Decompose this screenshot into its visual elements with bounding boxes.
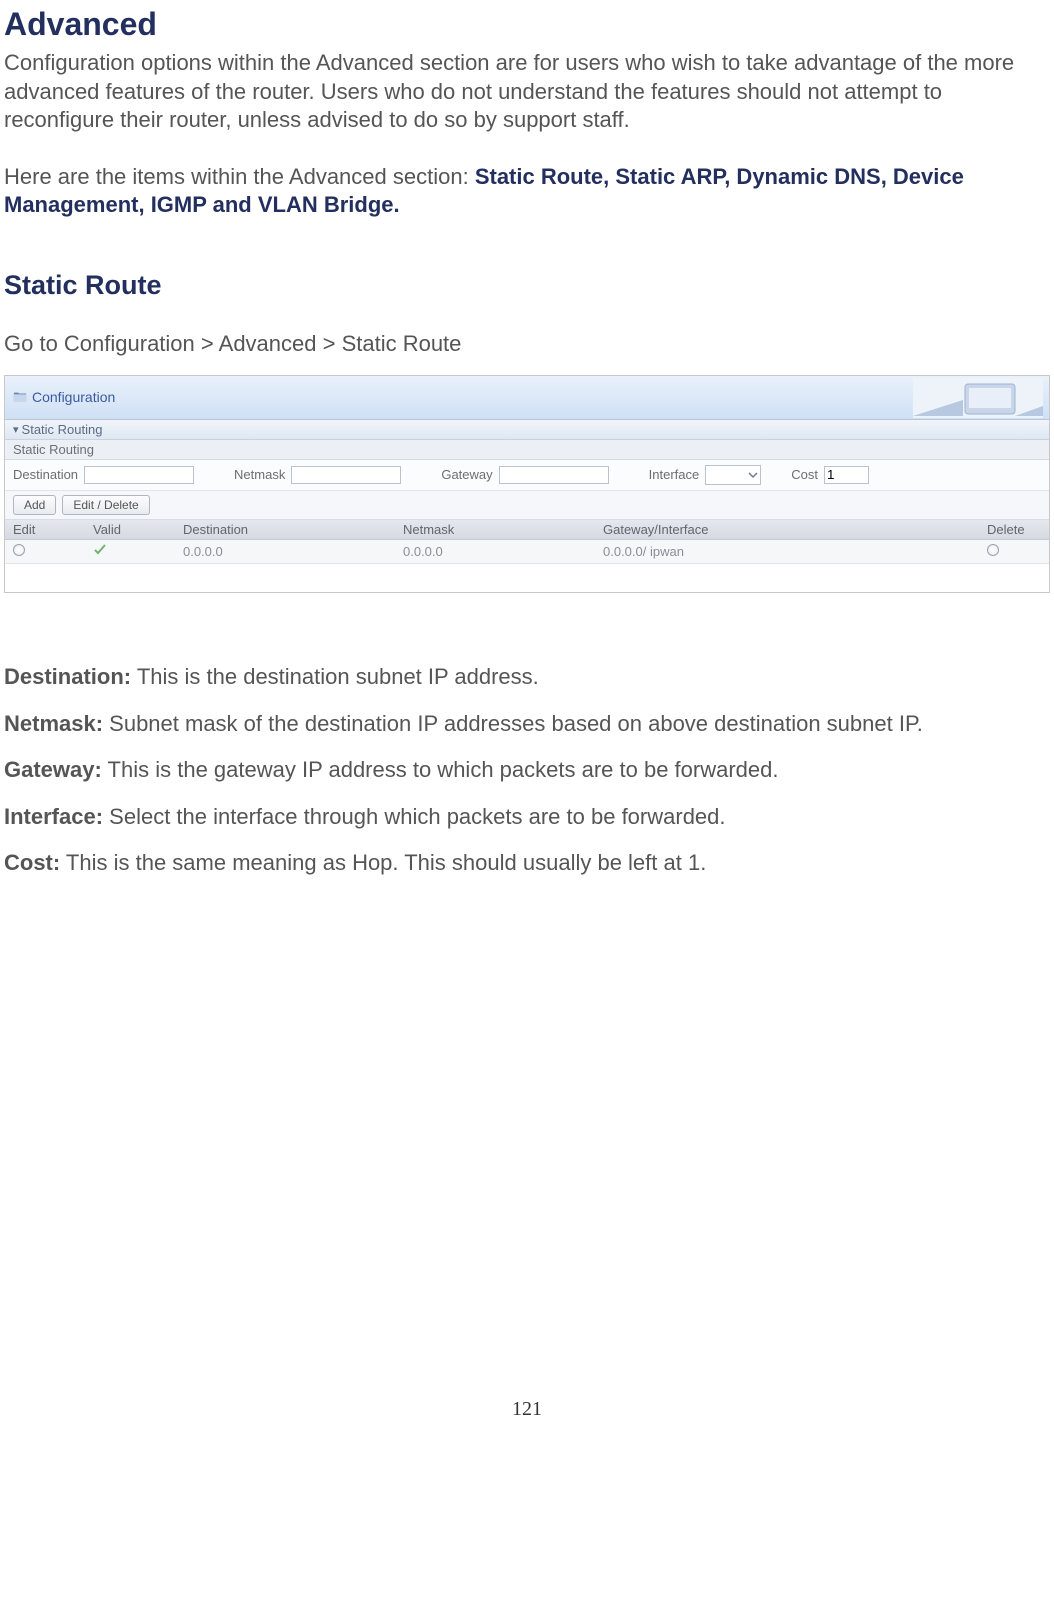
col-gwif: Gateway/Interface xyxy=(595,520,979,540)
section-title: Static Route xyxy=(4,270,1050,301)
page-number: 121 xyxy=(4,1398,1050,1441)
def-destination: Destination: This is the destination sub… xyxy=(4,663,1050,692)
cell-netmask: 0.0.0.0 xyxy=(395,539,595,563)
cell-destination: 0.0.0.0 xyxy=(175,539,395,563)
interface-select[interactable] xyxy=(705,465,761,485)
folder-icon xyxy=(13,390,27,404)
add-button[interactable]: Add xyxy=(13,495,56,515)
definitions: Destination: This is the destination sub… xyxy=(4,663,1050,878)
netmask-input[interactable] xyxy=(291,466,401,484)
cell-gwif: 0.0.0.0/ ipwan xyxy=(595,539,979,563)
edit-delete-button[interactable]: Edit / Delete xyxy=(62,495,149,515)
section-header-text: Static Routing xyxy=(22,422,103,437)
intro-paragraph: Configuration options within the Advance… xyxy=(4,49,1050,135)
col-valid: Valid xyxy=(85,520,175,540)
gateway-input[interactable] xyxy=(499,466,609,484)
form-row: Destination Netmask Gateway Interface Co… xyxy=(5,460,1049,491)
gateway-label: Gateway xyxy=(441,467,492,482)
def-gateway: Gateway: This is the gateway IP address … xyxy=(4,756,1050,785)
table-row: 0.0.0.0 0.0.0.0 0.0.0.0/ ipwan xyxy=(5,539,1049,563)
col-edit: Edit xyxy=(5,520,85,540)
subsection-header: Static Routing xyxy=(5,440,1049,460)
panel-title: Configuration xyxy=(32,389,115,405)
panel-graphic xyxy=(913,378,1043,418)
col-delete: Delete xyxy=(979,520,1049,540)
chevron-down-icon xyxy=(748,470,758,480)
destination-label: Destination xyxy=(13,467,78,482)
items-prefix: Here are the items within the Advanced s… xyxy=(4,164,475,189)
def-cost: Cost: This is the same meaning as Hop. T… xyxy=(4,849,1050,878)
section-header: ▾Static Routing xyxy=(5,420,1049,440)
cost-label: Cost xyxy=(791,467,818,482)
col-netmask: Netmask xyxy=(395,520,595,540)
destination-input[interactable] xyxy=(84,466,194,484)
cost-input[interactable] xyxy=(824,466,869,484)
items-paragraph: Here are the items within the Advanced s… xyxy=(4,163,1050,220)
netmask-label: Netmask xyxy=(234,467,285,482)
routes-table: Edit Valid Destination Netmask Gateway/I… xyxy=(5,520,1049,564)
delete-radio[interactable] xyxy=(987,544,999,556)
col-dest: Destination xyxy=(175,520,395,540)
config-panel: Configuration ▾Static Routing Static Rou… xyxy=(4,375,1050,593)
panel-titlebar: Configuration xyxy=(5,376,1049,420)
def-interface: Interface: Select the interface through … xyxy=(4,803,1050,832)
edit-radio[interactable] xyxy=(13,544,25,556)
nav-path: Go to Configuration > Advanced > Static … xyxy=(4,331,1050,357)
valid-check-icon xyxy=(93,543,107,557)
interface-label: Interface xyxy=(649,467,700,482)
def-netmask: Netmask: Subnet mask of the destination … xyxy=(4,710,1050,739)
collapse-icon[interactable]: ▾ xyxy=(13,423,19,436)
button-row: Add Edit / Delete xyxy=(5,491,1049,520)
page-title: Advanced xyxy=(4,6,1050,43)
